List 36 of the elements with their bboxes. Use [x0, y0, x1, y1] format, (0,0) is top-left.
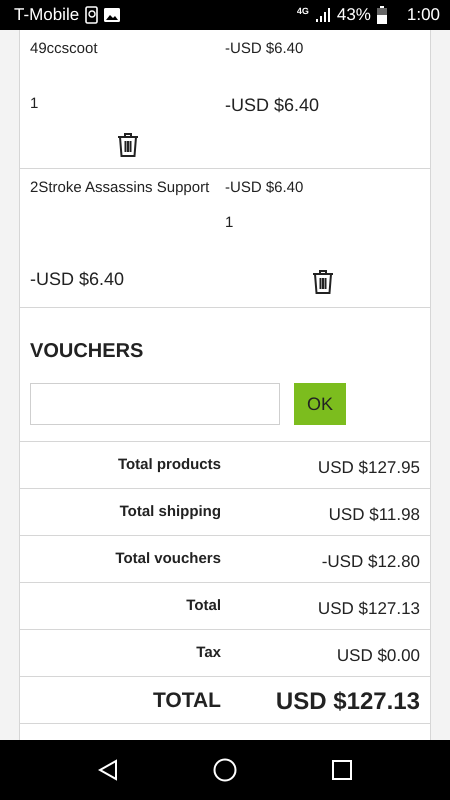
battery-icon: [376, 6, 387, 24]
total-value: USD $127.13: [316, 599, 420, 619]
clock: 1:00: [406, 5, 440, 25]
total-label: Total shipping: [118, 503, 222, 520]
vouchers-heading: VOUCHERS: [30, 340, 144, 363]
total-value: USD $127.13: [274, 688, 420, 716]
line-total: -USD $6.40: [30, 269, 126, 290]
phone-icon: [85, 6, 98, 24]
total-label: Total: [185, 597, 222, 614]
home-icon[interactable]: [212, 758, 237, 782]
ok-button[interactable]: OK: [294, 383, 346, 425]
trash-icon[interactable]: [116, 132, 140, 158]
voucher-field[interactable]: [30, 383, 280, 425]
total-label: Total vouchers: [114, 550, 222, 567]
line-total: -USD $6.40: [225, 95, 320, 116]
total-value: USD $11.98: [328, 505, 420, 525]
quantity: 1: [225, 214, 234, 231]
carrier: T-Mobile: [14, 5, 80, 25]
trash-icon[interactable]: [310, 269, 334, 295]
product-name: 2Stroke Assassins Support: [30, 179, 210, 196]
network-type: 4G: [296, 6, 309, 16]
recents-icon[interactable]: [332, 760, 352, 780]
product-name: 49ccscoot: [30, 40, 99, 57]
back-icon[interactable]: [98, 759, 118, 781]
total-value: USD $127.95: [316, 458, 420, 478]
total-value: USD $0.00: [336, 646, 420, 666]
total-label: TOTAL: [152, 689, 222, 713]
total-value: -USD $12.80: [320, 552, 420, 572]
total-label: Tax: [195, 644, 222, 661]
unit-price: -USD $6.40: [225, 179, 304, 196]
quantity: 1: [30, 95, 40, 112]
signal-icon: [314, 7, 331, 23]
battery-level: 43%: [336, 5, 371, 25]
unit-price: -USD $6.40: [225, 40, 304, 57]
image-icon: [104, 8, 120, 22]
total-label: Total products: [116, 456, 222, 473]
